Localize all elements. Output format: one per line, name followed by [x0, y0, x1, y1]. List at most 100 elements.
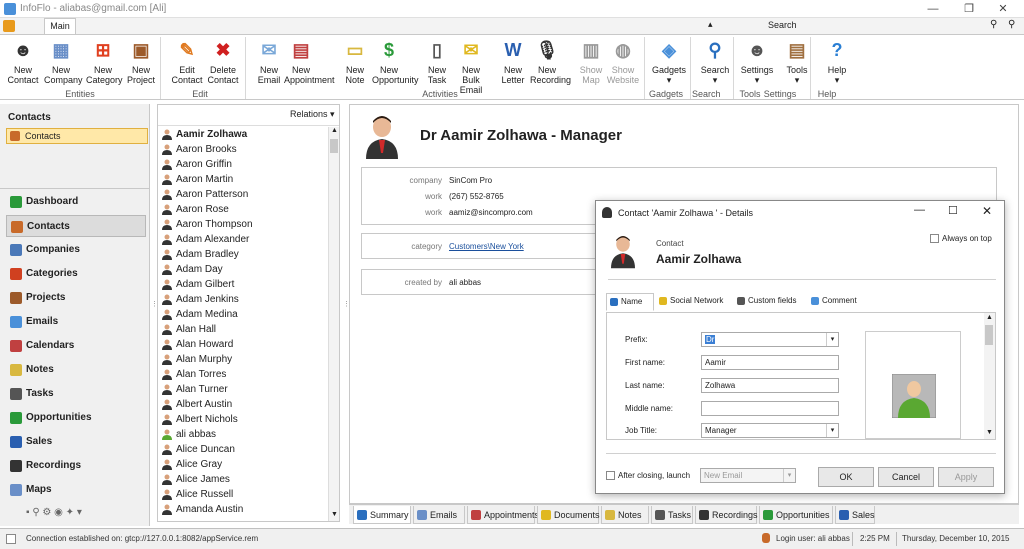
tab-appointments[interactable]: Appointments [467, 506, 539, 524]
new-appointment-button[interactable]: ▤ New Appointment [284, 37, 335, 85]
list-item[interactable]: Alan Torres [158, 367, 326, 382]
tab-notes[interactable]: Notes [601, 506, 649, 524]
list-item[interactable]: Amanda Austin [158, 502, 326, 517]
tab-main[interactable]: Main [44, 18, 76, 35]
list-item[interactable]: Adam Gilbert [158, 277, 326, 292]
close-button[interactable]: ✕ [990, 1, 1016, 17]
dialog-tab-name[interactable]: Name [606, 293, 654, 311]
job-title-select[interactable]: Manager ▾ [701, 423, 839, 438]
new-task-button[interactable]: ▯ New Task [420, 37, 454, 85]
list-item[interactable]: Adam Alexander [158, 232, 326, 247]
list-item[interactable]: Aaron Brooks [158, 142, 326, 157]
form-scrollbar[interactable]: ▲ ▼ [984, 313, 995, 439]
dialog-maximize-button[interactable]: ☐ [948, 204, 958, 217]
quick-access-icon[interactable] [3, 20, 15, 32]
list-item[interactable]: Adam Jenkins [158, 292, 326, 307]
new-email-button[interactable]: ✉ New Email [252, 37, 286, 85]
ribbon-search-label[interactable]: Search [768, 20, 797, 30]
new-recording-button[interactable]: 🎙 New Recording [530, 37, 571, 85]
chevron-down-icon[interactable]: ▾ [783, 469, 795, 482]
scroll-up-icon[interactable]: ▲ [986, 314, 993, 321]
list-item[interactable]: Aaron Martin [158, 172, 326, 187]
photo-box[interactable] [865, 331, 961, 439]
scroll-thumb[interactable] [985, 325, 993, 345]
search-button[interactable]: ⚲ Search ▾ [698, 37, 732, 85]
gadgets-button[interactable]: ◈ Gadgets ▾ [652, 37, 686, 85]
list-item[interactable]: ali abbas [158, 427, 326, 442]
splitter[interactable]: ⋮ [151, 300, 158, 320]
minimize-button[interactable]: — [920, 1, 946, 17]
show-map-button[interactable]: ▥ Show Map [574, 37, 608, 85]
dialog-tab-social-network[interactable]: Social Network [656, 293, 732, 311]
after-closing-checkbox[interactable] [606, 471, 615, 480]
list-item[interactable]: Alan Turner [158, 382, 326, 397]
nav-recordings[interactable]: Recordings [6, 455, 146, 477]
nav-contacts[interactable]: Contacts [6, 215, 146, 237]
scroll-up-icon[interactable]: ▲ [331, 127, 338, 134]
delete-contact-button[interactable]: ✖ Delete Contact [206, 37, 240, 85]
middle-name-field[interactable] [701, 401, 839, 416]
list-item[interactable]: Alan Murphy [158, 352, 326, 367]
nav-opportunities[interactable]: Opportunities [6, 407, 146, 429]
scroll-down-icon[interactable]: ▼ [986, 429, 993, 436]
nav-projects[interactable]: Projects [6, 287, 146, 309]
tab-recordings[interactable]: Recordings [695, 506, 758, 524]
list-item[interactable]: Aaron Thompson [158, 217, 326, 232]
dialog-tab-custom-fields[interactable]: Custom fields [734, 293, 806, 311]
dialog-tab-comment[interactable]: Comment [808, 293, 870, 311]
tab-emails[interactable]: Emails [413, 506, 465, 524]
tab-documents[interactable]: Documents [537, 506, 600, 524]
tab-opportunities[interactable]: Opportunities [759, 506, 833, 524]
nav-dashboard[interactable]: Dashboard [6, 191, 146, 213]
chevron-down-icon[interactable]: ▾ [826, 424, 838, 437]
list-item[interactable]: Aaron Griffin [158, 157, 326, 172]
new-opportunity-button[interactable]: $ New Opportunity [372, 37, 419, 85]
list-item[interactable]: Aamir Zolhawa [158, 127, 326, 142]
new-contact-button[interactable]: ☻ New Contact [6, 37, 40, 85]
always-on-top-label[interactable]: Always on top [942, 234, 992, 243]
list-item[interactable]: Alan Howard [158, 337, 326, 352]
tab-tasks[interactable]: Tasks [651, 506, 693, 524]
tab-sales[interactable]: Sales [835, 506, 875, 524]
new-letter-button[interactable]: W New Letter [496, 37, 530, 85]
nav-sales[interactable]: Sales [6, 431, 146, 453]
maximize-button[interactable]: ❐ [956, 1, 982, 17]
apply-button[interactable]: Apply [938, 467, 994, 487]
new-project-button[interactable]: ▣ New Project [124, 37, 158, 85]
nav-shortcut-icons[interactable]: ▪ ⚲ ⚙ ◉ ✦ ▾ [26, 507, 82, 518]
after-closing-label[interactable]: After closing, launch [618, 471, 690, 480]
search-icon[interactable]: ⚲ [990, 19, 997, 30]
settings-button[interactable]: ☻ Settings ▾ [740, 37, 774, 85]
new-company-button[interactable]: ▦ New Company [44, 37, 83, 85]
list-item[interactable]: Aaron Rose [158, 202, 326, 217]
work-email-value[interactable]: aamiz@sincompro.com [449, 208, 533, 217]
cancel-button[interactable]: Cancel [878, 467, 934, 487]
scroll-down-icon[interactable]: ▼ [331, 511, 338, 518]
tab-summary[interactable]: Summary [353, 506, 411, 524]
tools-button[interactable]: ▤ Tools ▾ [780, 37, 814, 85]
help-button[interactable]: ? Help ▾ [820, 37, 854, 85]
tree-item-contacts[interactable]: Contacts [6, 128, 148, 144]
first-name-field[interactable]: Aamir [701, 355, 839, 370]
list-item[interactable]: Alice Duncan [158, 442, 326, 457]
show-website-button[interactable]: ◍ Show Website [606, 37, 640, 85]
list-item[interactable]: Alice Russell [158, 487, 326, 502]
list-item[interactable]: Alice Gray [158, 457, 326, 472]
new-note-button[interactable]: ▭ New Note [338, 37, 372, 85]
list-item[interactable]: Alan Hall [158, 322, 326, 337]
nav-categories[interactable]: Categories [6, 263, 146, 285]
nav-notes[interactable]: Notes [6, 359, 146, 381]
new-category-button[interactable]: ⊞ New Category [86, 37, 123, 85]
zoom-icon[interactable]: ⚲ [1008, 19, 1015, 30]
list-item[interactable]: Alice James [158, 472, 326, 487]
launch-select[interactable]: New Email ▾ [700, 468, 796, 483]
list-item[interactable]: Albert Austin [158, 397, 326, 412]
nav-emails[interactable]: Emails [6, 311, 146, 333]
dialog-minimize-button[interactable]: — [914, 204, 925, 216]
collapse-ribbon-icon[interactable]: ▴ [708, 19, 713, 30]
list-item[interactable]: Adam Bradley [158, 247, 326, 262]
nav-maps[interactable]: Maps [6, 479, 146, 501]
prefix-select[interactable]: Dr ▾ [701, 332, 839, 347]
always-on-top-checkbox[interactable] [930, 234, 939, 243]
chevron-down-icon[interactable]: ▾ [826, 333, 838, 346]
